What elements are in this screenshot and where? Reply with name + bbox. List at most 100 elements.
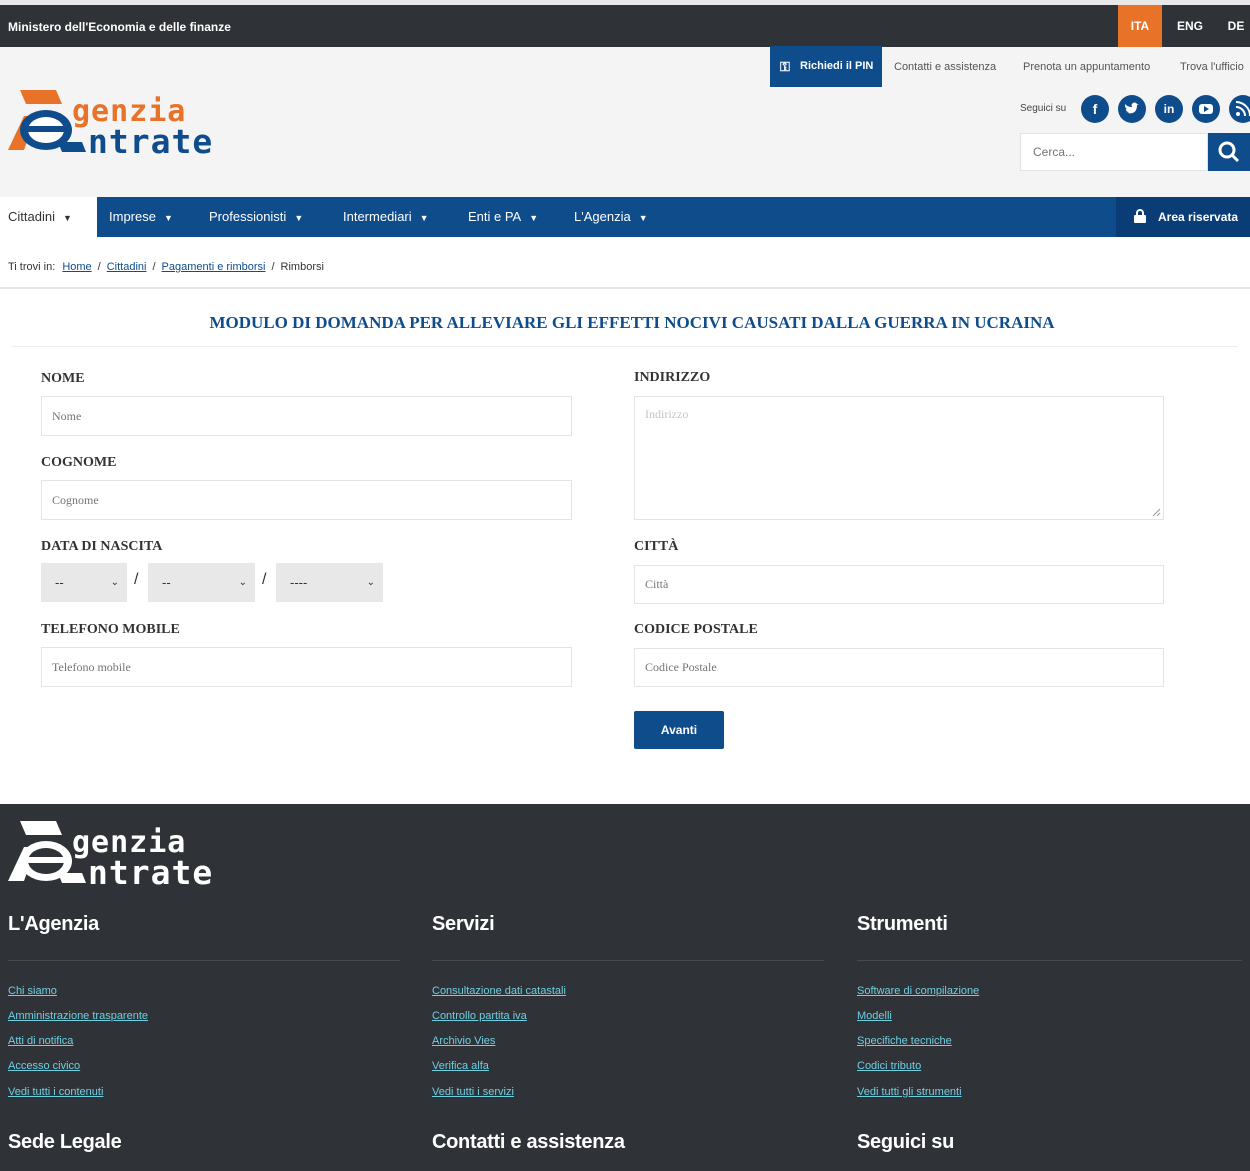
link-appointment[interactable]: Prenota un appuntamento	[1023, 61, 1150, 73]
birth-day-select[interactable]: -- ⌄	[41, 563, 127, 602]
footer-link[interactable]: Software di compilazione	[857, 985, 979, 997]
cognome-input[interactable]	[41, 480, 572, 520]
footer-link[interactable]: Verifica alfa	[432, 1060, 489, 1072]
breadcrumb-separator: /	[97, 261, 101, 273]
form-divider	[12, 346, 1238, 347]
facebook-icon[interactable]: f	[1081, 95, 1109, 123]
nav-enti-pa[interactable]: Enti e PA ▼	[468, 197, 538, 237]
ministry-name[interactable]: Ministero dell'Economia e delle finanze	[8, 20, 231, 34]
date-separator: /	[134, 571, 139, 588]
ministry-bar: Ministero dell'Economia e delle finanze …	[0, 0, 1250, 47]
footer-heading-agenzia: L'Agenzia	[8, 913, 99, 935]
footer-link[interactable]: Controllo partita iva	[432, 1010, 527, 1022]
birth-year-select[interactable]: ---- ⌄	[276, 563, 383, 602]
request-pin-button[interactable]: ⚿ Richiedi il PIN	[770, 46, 882, 87]
resize-handle-icon[interactable]	[1151, 507, 1161, 517]
caret-down-icon: ▼	[62, 213, 72, 223]
birth-month-select[interactable]: -- ⌄	[148, 563, 255, 602]
twitter-icon[interactable]	[1118, 95, 1146, 123]
main-nav: Cittadini ▼ Imprese ▼ Professionisti ▼ Inte…	[0, 197, 1250, 237]
breadcrumb-cittadini[interactable]: Cittadini	[107, 261, 147, 273]
birth-year-value: ----	[290, 575, 308, 590]
caret-down-icon: ▼	[294, 213, 304, 223]
caret-down-icon: ▼	[163, 213, 173, 223]
breadcrumb-current: Rimborsi	[280, 261, 324, 273]
nome-input[interactable]	[41, 396, 572, 436]
telefono-label: TELEFONO MOBILE	[41, 622, 180, 637]
rss-icon[interactable]	[1229, 95, 1250, 123]
search-input[interactable]	[1020, 133, 1208, 171]
nav-cittadini[interactable]: Cittadini ▼	[0, 197, 97, 237]
footer-heading-servizi: Servizi	[432, 913, 495, 935]
breadcrumb-separator: /	[152, 261, 156, 273]
citta-input[interactable]	[634, 565, 1164, 604]
footer-divider	[432, 960, 824, 961]
footer-logo-text-ntrate: ntrate	[88, 853, 214, 892]
footer-link[interactable]: Atti di notifica	[8, 1035, 73, 1047]
date-separator: /	[262, 571, 267, 588]
nav-agenzia[interactable]: L'Agenzia ▼	[574, 197, 648, 237]
link-contacts[interactable]: Contatti e assistenza	[894, 61, 996, 73]
breadcrumb-pagamenti[interactable]: Pagamenti e rimborsi	[162, 261, 266, 273]
breadcrumb-home[interactable]: Home	[62, 261, 91, 273]
nav-intermediari[interactable]: Intermediari ▼	[343, 197, 429, 237]
follow-label: Seguici su	[1020, 103, 1067, 114]
nascita-label: DATA DI NASCITA	[41, 539, 163, 554]
footer-link[interactable]: Modelli	[857, 1010, 892, 1022]
lock-icon	[1134, 209, 1146, 223]
nav-intermediari-label: Intermediari	[343, 209, 412, 224]
footer-link[interactable]: Amministrazione trasparente	[8, 1010, 148, 1022]
footer-link[interactable]: Vedi tutti i servizi	[432, 1086, 514, 1098]
search-button[interactable]	[1208, 133, 1250, 171]
agenzia-entrate-logo[interactable]: genzia ntrate	[6, 84, 246, 161]
citta-label: CITTÀ	[634, 539, 679, 554]
link-find-office[interactable]: Trova l'ufficio	[1180, 61, 1244, 73]
footer-link[interactable]: Consultazione dati catastali	[432, 985, 566, 997]
nav-imprese[interactable]: Imprese ▼	[109, 197, 173, 237]
nav-agenzia-label: L'Agenzia	[574, 209, 631, 224]
nome-label: NOME	[41, 371, 85, 386]
logo-text-ntrate: ntrate	[88, 122, 214, 161]
indirizzo-textarea[interactable]: Indirizzo	[634, 396, 1164, 520]
cognome-label: COGNOME	[41, 455, 117, 470]
linkedin-icon[interactable]: in	[1155, 95, 1183, 123]
footer-link[interactable]: Accesso civico	[8, 1060, 80, 1072]
footer-link[interactable]: Vedi tutti i contenuti	[8, 1086, 103, 1098]
chevron-down-icon: ⌄	[366, 577, 375, 588]
telefono-input[interactable]	[41, 647, 572, 687]
cap-input[interactable]	[634, 648, 1164, 687]
avanti-button[interactable]: Avanti	[634, 711, 724, 749]
nav-professionisti-label: Professionisti	[209, 209, 287, 224]
footer-link[interactable]: Vedi tutti gli strumenti	[857, 1086, 962, 1098]
cap-label: CODICE POSTALE	[634, 622, 758, 637]
nav-imprese-label: Imprese	[109, 209, 156, 224]
search-icon	[1218, 141, 1240, 163]
breadcrumb-separator: /	[271, 261, 275, 273]
caret-down-icon: ▼	[638, 213, 648, 223]
nav-professionisti[interactable]: Professionisti ▼	[209, 197, 303, 237]
reserved-area-button[interactable]: Area riservata	[1116, 197, 1250, 237]
form-title: MODULO DI DOMANDA PER ALLEVIARE GLI EFFE…	[209, 313, 1055, 332]
birth-day-value: --	[55, 575, 64, 590]
lang-eng[interactable]: ENG	[1168, 5, 1212, 47]
footer-link[interactable]: Chi siamo	[8, 985, 57, 997]
chevron-down-icon: ⌄	[238, 577, 247, 588]
footer-heading-strumenti: Strumenti	[857, 913, 948, 935]
footer-link[interactable]: Archivio Vies	[432, 1035, 495, 1047]
birth-month-value: --	[162, 575, 171, 590]
footer-link[interactable]: Specifiche tecniche	[857, 1035, 952, 1047]
key-icon: ⚿	[780, 59, 790, 74]
nav-enti-pa-label: Enti e PA	[468, 209, 522, 224]
indirizzo-label: INDIRIZZO	[634, 370, 711, 385]
breadcrumb-divider	[0, 287, 1250, 289]
footer-link[interactable]: Codici tributo	[857, 1060, 921, 1072]
footer-divider	[857, 960, 1242, 961]
reserved-area-label: Area riservata	[1158, 210, 1239, 224]
caret-down-icon: ▼	[419, 213, 429, 223]
footer-logo[interactable]: genzia ntrate	[6, 815, 246, 892]
footer-divider	[8, 960, 400, 961]
lang-de[interactable]: DE	[1222, 5, 1250, 47]
breadcrumb-prefix: Ti trovi in:	[8, 261, 56, 273]
youtube-icon[interactable]	[1192, 95, 1220, 123]
lang-ita[interactable]: ITA	[1118, 5, 1162, 47]
